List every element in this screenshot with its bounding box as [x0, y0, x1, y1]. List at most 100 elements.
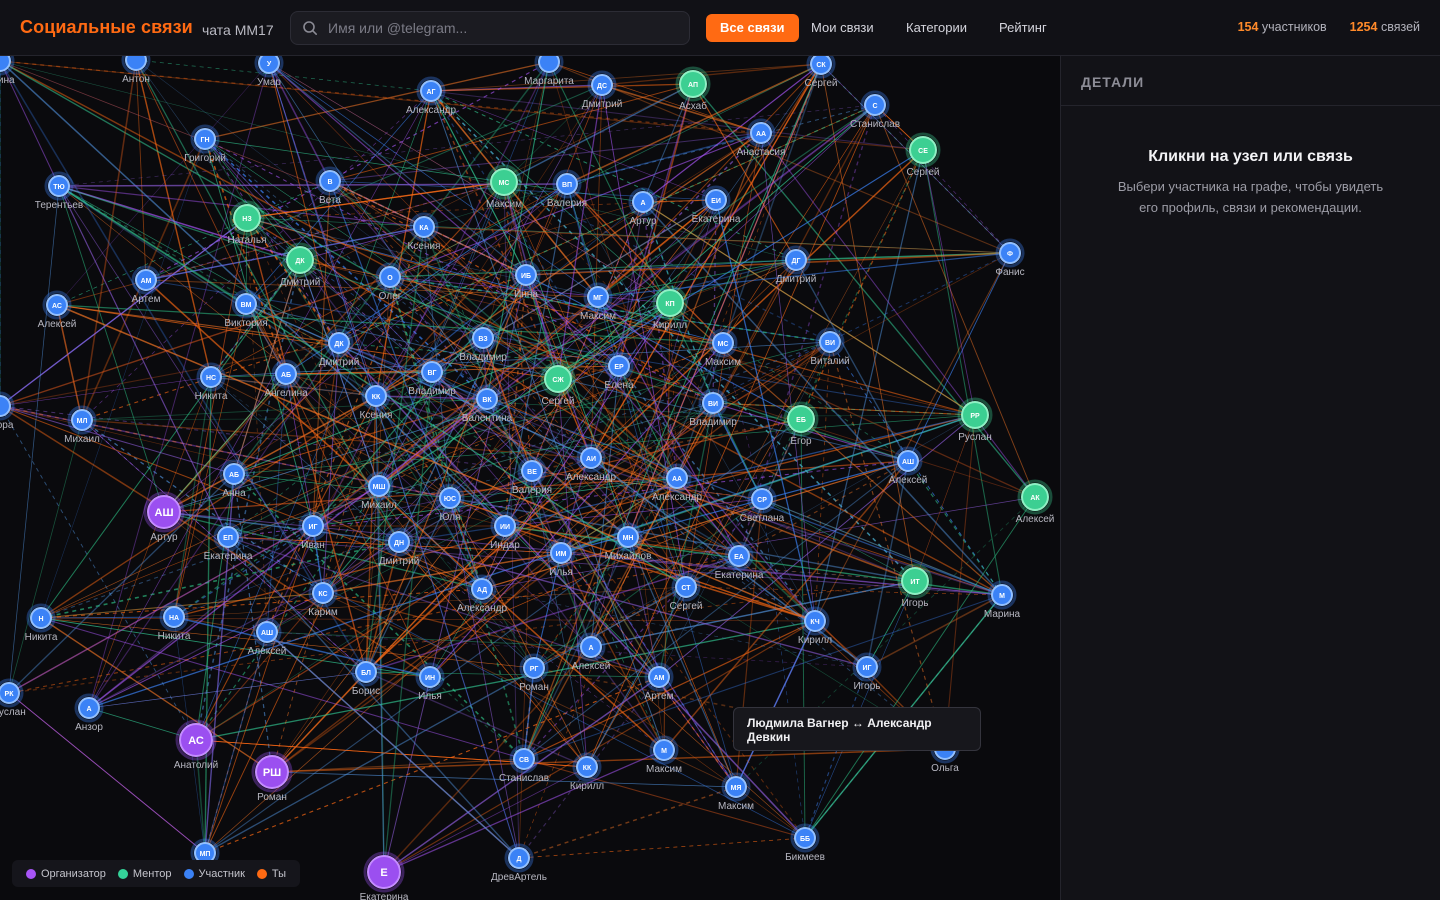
graph-edge[interactable] [874, 104, 1036, 498]
graph-node[interactable]: НЗ Наталья [227, 200, 267, 246]
graph-edge[interactable] [0, 405, 197, 741]
graph-node[interactable]: НС Никита [195, 362, 228, 402]
graph-node[interactable]: АП Асхаб [675, 66, 711, 112]
graph-node[interactable]: АМ Артем [131, 265, 161, 305]
node-name-label: Максим [718, 801, 754, 812]
graph-node[interactable]: МЯ Максим [718, 772, 754, 812]
graph-node[interactable]: А Артур [628, 187, 658, 227]
graph-node[interactable]: КС Карим [308, 578, 338, 618]
graph-edge[interactable] [518, 786, 737, 859]
graph-node[interactable]: ДГ Дмитрий [776, 245, 817, 285]
graph-node[interactable]: РШ Роман [251, 751, 293, 803]
graph-edge[interactable] [204, 138, 287, 375]
graph-edge[interactable] [81, 59, 137, 421]
graph-edge[interactable] [601, 63, 822, 86]
search-input[interactable] [328, 20, 689, 36]
node-initials: КК [583, 765, 592, 772]
graph-edge[interactable] [429, 676, 525, 760]
graph-node[interactable]: МС Максим [486, 164, 522, 210]
graph-node[interactable]: Егора [0, 391, 15, 431]
search-box[interactable] [290, 11, 690, 45]
tab-my-links[interactable]: Мои связи [797, 14, 888, 42]
graph-node[interactable]: О Олег [375, 262, 405, 302]
graph-node[interactable]: У Умар [254, 56, 284, 88]
graph-edge[interactable] [0, 60, 797, 261]
graph-node[interactable]: СТ Сергей [670, 572, 703, 612]
graph-node[interactable]: МЛ Михаил [64, 405, 100, 445]
node-name-label: Карим [308, 607, 338, 618]
graph-node[interactable]: СЕ Сергей [905, 132, 941, 178]
graph-edge[interactable] [531, 63, 822, 472]
graph-node[interactable]: М Максим [646, 735, 682, 775]
graph-node[interactable]: НА Никита [158, 602, 191, 642]
graph-edge[interactable] [922, 149, 1003, 596]
node-initials: Н [38, 616, 43, 623]
node-initials: О [387, 275, 393, 282]
graph-node[interactable]: ИГ Иван [298, 511, 328, 551]
graph-node[interactable]: С Станислав [850, 90, 900, 130]
graph-node[interactable]: АМ Артем [644, 662, 674, 702]
graph-edge[interactable] [8, 692, 206, 854]
graph-node[interactable]: АБ Анна [219, 459, 249, 499]
graph-node[interactable]: Н Никита [25, 603, 58, 643]
graph-canvas[interactable]: АлинаАнтонУУмарМаргаритаДСДмитрийАПАсхаб… [0, 56, 1060, 900]
graph-edge[interactable] [246, 181, 505, 219]
graph-node[interactable]: СК Сергей [805, 56, 838, 89]
graph-node[interactable]: ВИ Владимир [689, 388, 737, 428]
graph-node[interactable]: Д ДревАртель [491, 843, 547, 883]
graph-edge[interactable] [922, 149, 976, 416]
graph-node[interactable]: АС Анатолий [174, 719, 218, 771]
graph-node[interactable]: ГН Григорий [184, 124, 226, 164]
graph-node[interactable]: КК Кирилл [570, 752, 604, 792]
graph-edge[interactable] [760, 132, 816, 622]
graph-node[interactable]: ЮС Юля [435, 483, 465, 523]
graph-edge[interactable] [804, 496, 1036, 839]
graph-node[interactable]: Маргарита [524, 56, 574, 87]
graph-node[interactable]: АГ Александр [406, 76, 456, 116]
graph-node[interactable]: ДК Дмитрий [280, 242, 321, 288]
graph-node[interactable]: СЖ Сергей [540, 361, 576, 407]
graph-node[interactable]: РГ Роман [519, 653, 549, 693]
graph-node[interactable]: ЕР Елена [604, 351, 634, 391]
graph-node[interactable]: Антон [121, 56, 151, 85]
tab-rating[interactable]: Рейтинг [985, 14, 1061, 42]
node-name-label: Артур [150, 532, 178, 543]
tab-all-links[interactable]: Все связи [706, 14, 799, 42]
graph-node[interactable]: В Вета [315, 166, 345, 206]
graph-node[interactable]: ИТ Игорь [897, 563, 933, 609]
graph-edge[interactable] [518, 837, 806, 859]
graph-node[interactable]: БЛ Борис [351, 657, 381, 697]
graph-edge[interactable] [907, 252, 1011, 462]
graph-node[interactable]: РР Руслан [957, 397, 993, 443]
graph-node[interactable]: КА Ксения [408, 212, 441, 252]
graph-node[interactable]: ЕБ Егор [783, 401, 819, 447]
graph-edge[interactable] [266, 631, 520, 859]
graph-node[interactable]: ИМ Илья [546, 538, 576, 578]
node-name-label: Алексей [1016, 514, 1055, 525]
graph-node[interactable]: СВ Станислав [499, 744, 549, 784]
graph-node[interactable]: КК Ксения [360, 381, 393, 421]
graph-edge[interactable] [0, 405, 235, 475]
graph-edge[interactable] [525, 252, 1011, 276]
graph-node[interactable]: ИН Илья [415, 662, 445, 702]
graph-edge[interactable] [375, 395, 385, 873]
graph-node[interactable]: А Анзор [74, 693, 104, 733]
graph-node[interactable]: ИИ Индар [490, 511, 520, 551]
graph-node[interactable]: КЧ Кирилл [798, 606, 832, 646]
node-name-label: Елена [604, 380, 634, 391]
graph-node[interactable]: АД Александр [457, 574, 507, 614]
tab-categories[interactable]: Категории [892, 14, 981, 42]
graph-node[interactable]: ИГ Игорь [852, 652, 882, 692]
graph-edge[interactable] [430, 63, 822, 92]
graph-node[interactable]: АК Алексей [1016, 479, 1055, 525]
graph-node[interactable]: АШ Артур [143, 491, 185, 543]
graph-node[interactable]: КП Кирилл [652, 285, 688, 331]
graph-node[interactable]: Алина [0, 56, 15, 86]
graph-node[interactable]: ИБ Инна [511, 260, 541, 300]
graph-edge[interactable] [40, 617, 816, 622]
graph-edge[interactable] [383, 766, 588, 873]
graph-node[interactable]: Ф Фанис [995, 238, 1025, 278]
graph-edge[interactable] [173, 376, 212, 618]
network-graph[interactable]: АлинаАнтонУУмарМаргаритаДСДмитрийАПАсхаб… [0, 56, 1060, 900]
graph-edge[interactable] [8, 419, 83, 694]
